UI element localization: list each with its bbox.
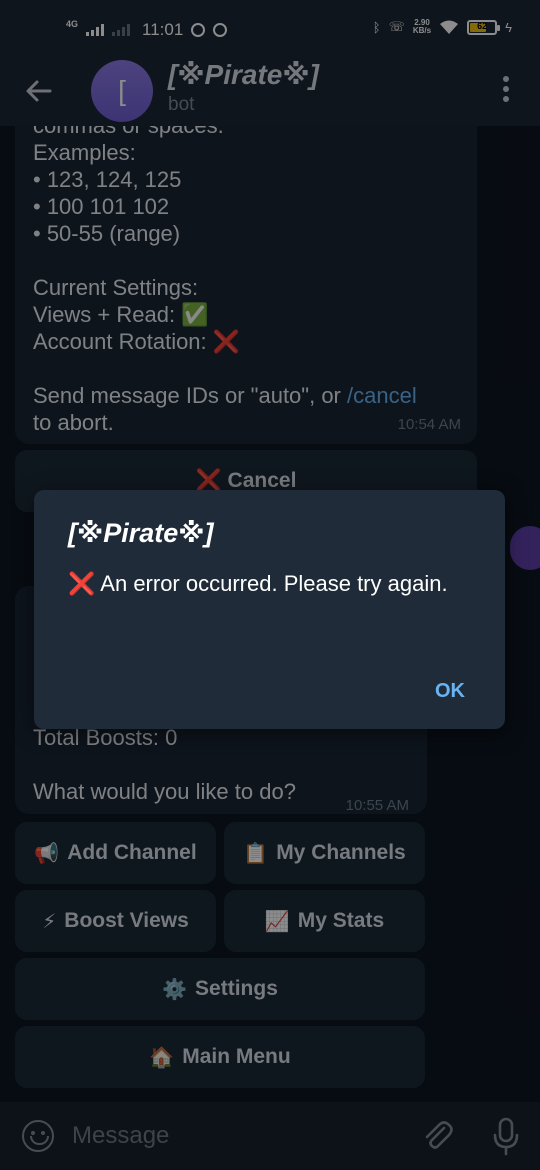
error-dialog: [※Pirate※] ❌ An error occurred. Please t… [34, 490, 505, 729]
dialog-message: ❌ An error occurred. Please try again. [68, 571, 448, 596]
ok-button[interactable]: OK [435, 680, 465, 703]
dialog-title: [※Pirate※] [68, 518, 214, 548]
